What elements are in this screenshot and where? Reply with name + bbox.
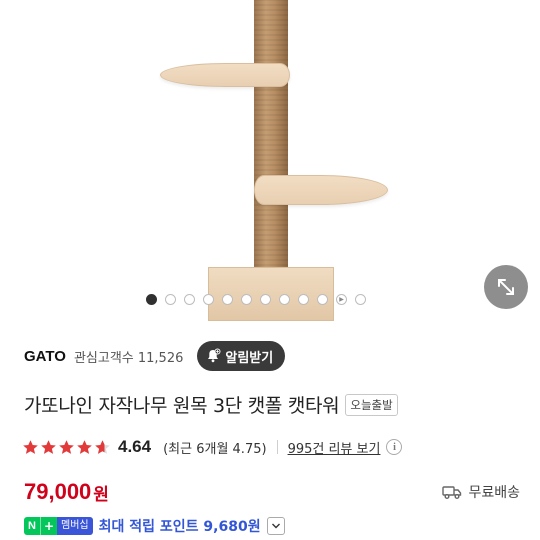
product-title: 가또나인 자작나무 원목 3단 캣폴 캣타워 — [24, 395, 340, 417]
gallery-dot[interactable] — [203, 293, 214, 305]
followers-count: 관심고객수 11,526 — [73, 350, 184, 366]
gallery-dot[interactable] — [222, 293, 233, 305]
points-row: N + 멤버십 최대 적립 포인트 9,680원 — [24, 515, 524, 537]
expand-arrows-icon — [498, 279, 514, 295]
gallery-pagination: ▶ — [146, 292, 366, 306]
npay-plus-label: + — [39, 517, 58, 535]
gallery-dot[interactable] — [355, 293, 366, 305]
reviews-link[interactable]: 995건 리뷰 보기 — [288, 438, 381, 457]
gallery-dot[interactable] — [298, 293, 309, 305]
rating-score: 4.64 — [118, 437, 152, 456]
star-icon — [95, 439, 110, 454]
price-amount: 79,000 — [24, 479, 92, 504]
truck-icon — [442, 486, 462, 499]
store-info-row: GATO 관심고객수 11,526 알림받기 — [24, 340, 524, 372]
shipping-info: 무료배송 — [442, 482, 520, 502]
max-points-text: 최대 적립 포인트 9,680원 — [98, 519, 261, 535]
npay-membership-badge: N + 멤버십 — [24, 517, 93, 535]
gallery-dot[interactable] — [165, 293, 176, 305]
cat-tower-shelf-lower — [254, 175, 388, 205]
points-expand-button[interactable] — [266, 517, 285, 535]
today-shipping-badge: 오늘출발 — [345, 393, 398, 416]
product-title-row: 가또나인 자작나무 원목 3단 캣폴 캣타워 오늘출발 — [24, 391, 524, 418]
info-icon[interactable]: i — [386, 439, 403, 455]
recent-rating: (최근 6개월 4.75) — [163, 441, 267, 457]
npay-n-label: N — [24, 517, 40, 535]
cat-tower-post-image — [254, 0, 288, 286]
star-icon — [59, 439, 74, 454]
bell-icon — [208, 348, 221, 363]
price-unit: 원 — [93, 484, 109, 505]
gallery-dot[interactable] — [241, 293, 252, 305]
notify-button[interactable]: 알림받기 — [197, 341, 286, 371]
cat-tower-shelf-upper — [160, 63, 290, 87]
gallery-video-dot[interactable]: ▶ — [336, 293, 347, 305]
gallery-dot[interactable] — [184, 293, 195, 305]
product-image-gallery[interactable]: ▶ — [0, 0, 540, 322]
star-icon — [77, 439, 92, 454]
star-icon — [23, 439, 38, 454]
shipping-label: 무료배송 — [468, 485, 520, 501]
chevron-down-icon — [271, 523, 280, 529]
star-icon — [41, 439, 56, 454]
gallery-dot[interactable] — [146, 293, 157, 305]
divider — [276, 440, 278, 454]
gallery-dot[interactable] — [260, 293, 271, 305]
gallery-dot[interactable] — [317, 293, 328, 305]
npay-member-label: 멤버십 — [57, 517, 93, 535]
store-name[interactable]: GATO — [24, 348, 66, 365]
rating-stars — [22, 439, 111, 456]
expand-image-button[interactable] — [484, 265, 528, 309]
price-row: 79,000 원 무료배송 — [24, 478, 520, 506]
notify-button-label: 알림받기 — [225, 350, 274, 366]
gallery-dot[interactable] — [279, 293, 290, 305]
rating-row: 4.64 (최근 6개월 4.75) 995건 리뷰 보기 i — [22, 435, 532, 459]
